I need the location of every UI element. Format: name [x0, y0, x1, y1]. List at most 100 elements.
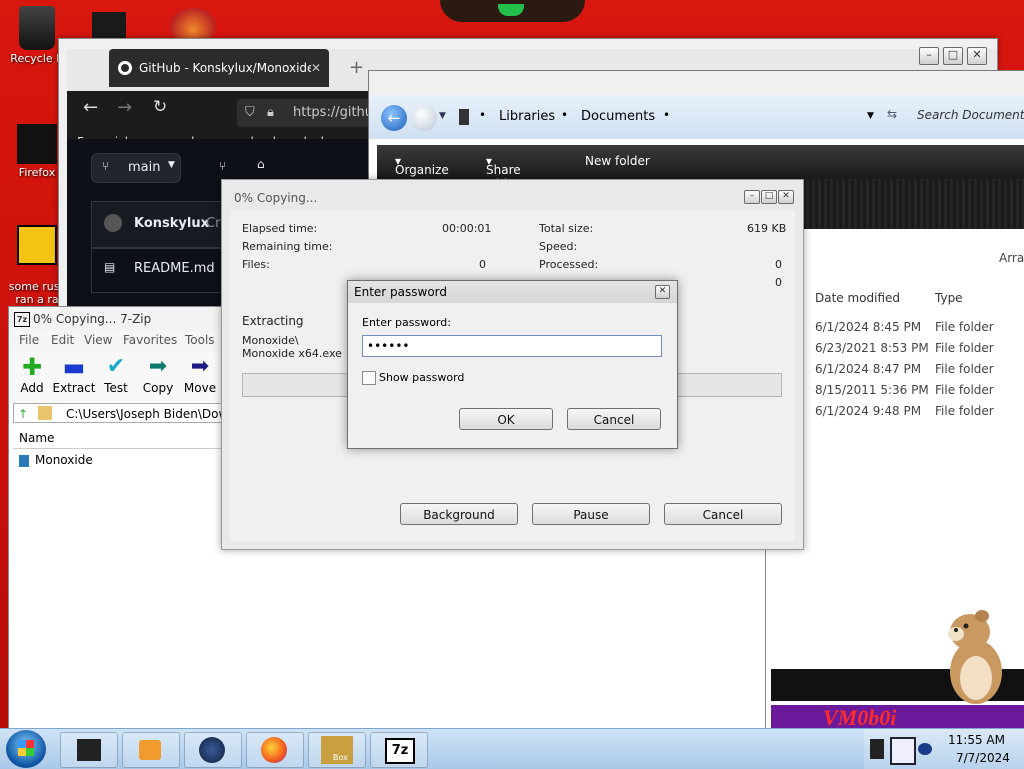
list-item-label: Monoxide — [35, 453, 93, 467]
column-header-type[interactable]: Type — [935, 291, 963, 305]
shield-icon: ⛉ — [245, 105, 255, 120]
processed-label: Processed: — [539, 258, 599, 271]
taskbar-item-globe[interactable] — [184, 732, 242, 768]
password-prompt: Enter password: — [362, 316, 451, 329]
branch-selector[interactable]: ⑂ main ▼ — [91, 153, 181, 183]
volume-icon[interactable] — [918, 743, 932, 755]
ok-button[interactable]: OK — [459, 408, 553, 430]
copy-button[interactable]: ➡ Copy — [136, 354, 180, 396]
table-row[interactable]: 6/1/2024 8:45 PM File folder — [815, 320, 994, 334]
taskbar-item-terminal[interactable] — [60, 732, 118, 768]
password-dialog-titlebar: Enter password ✕ — [348, 281, 677, 303]
close-button[interactable]: ✕ — [778, 190, 794, 204]
test-button[interactable]: ✔ Test — [94, 355, 138, 396]
show-password-checkbox[interactable] — [362, 371, 376, 385]
dialog-title: 0% Copying... — [234, 191, 318, 205]
up-folder-icon[interactable]: ↑ — [18, 404, 28, 422]
sevenzip-icon: 7z — [385, 738, 415, 764]
taskbar-item-box[interactable]: Box — [308, 732, 366, 768]
menu-file[interactable]: File — [19, 333, 39, 347]
password-input[interactable]: •••••• — [362, 335, 662, 357]
add-button[interactable]: ✚ Add — [10, 355, 54, 395]
sevenzip-path-field[interactable]: ↑ C:\Users\Joseph Biden\Down — [13, 403, 239, 423]
breadcrumb-libraries[interactable]: Libraries — [499, 109, 555, 124]
clock-time[interactable]: 11:55 AM — [948, 733, 1005, 747]
close-icon[interactable]: ✕ — [655, 285, 670, 299]
background-button[interactable]: Background — [400, 503, 518, 525]
elapsed-label: Elapsed time: — [242, 222, 318, 235]
extracting-label: Extracting — [242, 314, 304, 328]
clock-date[interactable]: 7/7/2024 — [956, 751, 1010, 765]
reload-icon[interactable]: ↻ — [153, 97, 167, 117]
minus-icon: ▬ — [62, 353, 86, 381]
table-row[interactable]: 8/15/2011 5:36 PM File folder — [815, 383, 994, 397]
pause-button[interactable]: Pause — [532, 503, 650, 525]
desktop-icon-label: some russ ran a ra — [8, 280, 66, 306]
search-input[interactable]: Search Documents — [917, 108, 1024, 122]
branch-icon: ⑂ — [102, 159, 110, 173]
forward-icon[interactable] — [411, 105, 437, 131]
taskbar-item-firefox[interactable] — [246, 732, 304, 768]
menu-tools[interactable]: Tools — [185, 333, 215, 347]
menu-favorites[interactable]: Favorites — [123, 333, 177, 347]
taskbar-item-media[interactable] — [122, 732, 180, 768]
new-folder-button[interactable]: New folder — [585, 154, 650, 168]
row-type: File folder — [935, 362, 994, 376]
speed-label: Speed: — [539, 240, 578, 253]
path-text: C:\Users\Joseph Biden\Down — [66, 407, 236, 421]
github-icon — [118, 61, 132, 75]
history-chevron-icon[interactable]: ▼ — [439, 111, 446, 121]
browser-tab-github[interactable]: GitHub - Konskylux/Monoxide ✕ — [109, 49, 329, 87]
start-button[interactable] — [6, 730, 46, 768]
explorer-titlebar — [369, 71, 1024, 95]
column-header-name[interactable]: Name — [13, 427, 239, 449]
table-row[interactable]: 6/23/2021 8:53 PM File folder — [815, 341, 994, 355]
move-arrow-icon: ➡ — [190, 354, 210, 379]
address-dropdown-icon[interactable]: ▼ — [867, 111, 874, 121]
url-bar[interactable]: ⛉ 🔒︎ https://githu — [237, 99, 377, 127]
tab-close-icon[interactable]: ✕ — [311, 61, 321, 75]
sevenzip-icon: 7z — [14, 312, 30, 327]
hamster-image — [942, 606, 1004, 706]
branch-name: main — [128, 160, 161, 175]
back-icon[interactable]: ← — [381, 105, 407, 131]
menu-view[interactable]: View — [84, 333, 112, 347]
row-date: 6/1/2024 8:47 PM — [815, 362, 922, 376]
repo-owner[interactable]: Konskylux — [134, 216, 209, 231]
breadcrumb-documents[interactable]: Documents — [581, 109, 655, 124]
taskbar-item-7zip[interactable]: 7z — [370, 732, 428, 768]
close-button[interactable]: ✕ — [967, 47, 987, 65]
refresh-icon[interactable]: ⇆ — [887, 107, 897, 121]
extract-button[interactable]: ▬ Extract — [52, 355, 96, 395]
column-header-date[interactable]: Date modified — [815, 291, 900, 305]
extracting-path: Monoxide\ — [242, 334, 299, 347]
back-icon[interactable]: ← — [83, 97, 98, 118]
menu-edit[interactable]: Edit — [51, 333, 74, 347]
tag-icon[interactable]: ⌂ — [257, 157, 265, 171]
document-icon — [17, 225, 57, 265]
copy-arrow-icon: ➡ — [148, 354, 168, 379]
minimize-button[interactable]: – — [744, 190, 760, 204]
minimize-button[interactable]: – — [919, 47, 939, 65]
recycle-bin-icon — [19, 6, 55, 50]
table-row[interactable]: 6/1/2024 8:47 PM File folder — [815, 362, 994, 376]
maximize-button[interactable]: □ — [943, 47, 963, 65]
processed-value: 0 — [775, 258, 782, 271]
file-icon: ▤ — [104, 260, 116, 274]
breadcrumb-sep-icon: • — [561, 108, 569, 122]
move-button[interactable]: ➡ Move — [178, 354, 222, 396]
table-row[interactable]: 6/1/2024 9:48 PM File folder — [815, 404, 994, 418]
branches-icon[interactable]: ⑂ — [219, 159, 226, 173]
new-tab-icon[interactable]: + — [349, 57, 364, 78]
organize-button[interactable]: Organize ▾ — [395, 154, 449, 177]
forward-icon[interactable]: → — [117, 97, 132, 118]
total-size-label: Total size: — [539, 222, 594, 235]
cancel-button[interactable]: Cancel — [567, 408, 661, 430]
cancel-button[interactable]: Cancel — [664, 503, 782, 525]
share-with-button[interactable]: Share with ▾ — [486, 154, 521, 191]
arrange-by-label[interactable]: Arran — [999, 251, 1024, 265]
maximize-button[interactable]: □ — [761, 190, 777, 204]
total-size-value: 619 KB — [747, 222, 787, 235]
show-hidden-icons-icon[interactable] — [870, 739, 884, 759]
network-icon[interactable] — [890, 737, 916, 765]
